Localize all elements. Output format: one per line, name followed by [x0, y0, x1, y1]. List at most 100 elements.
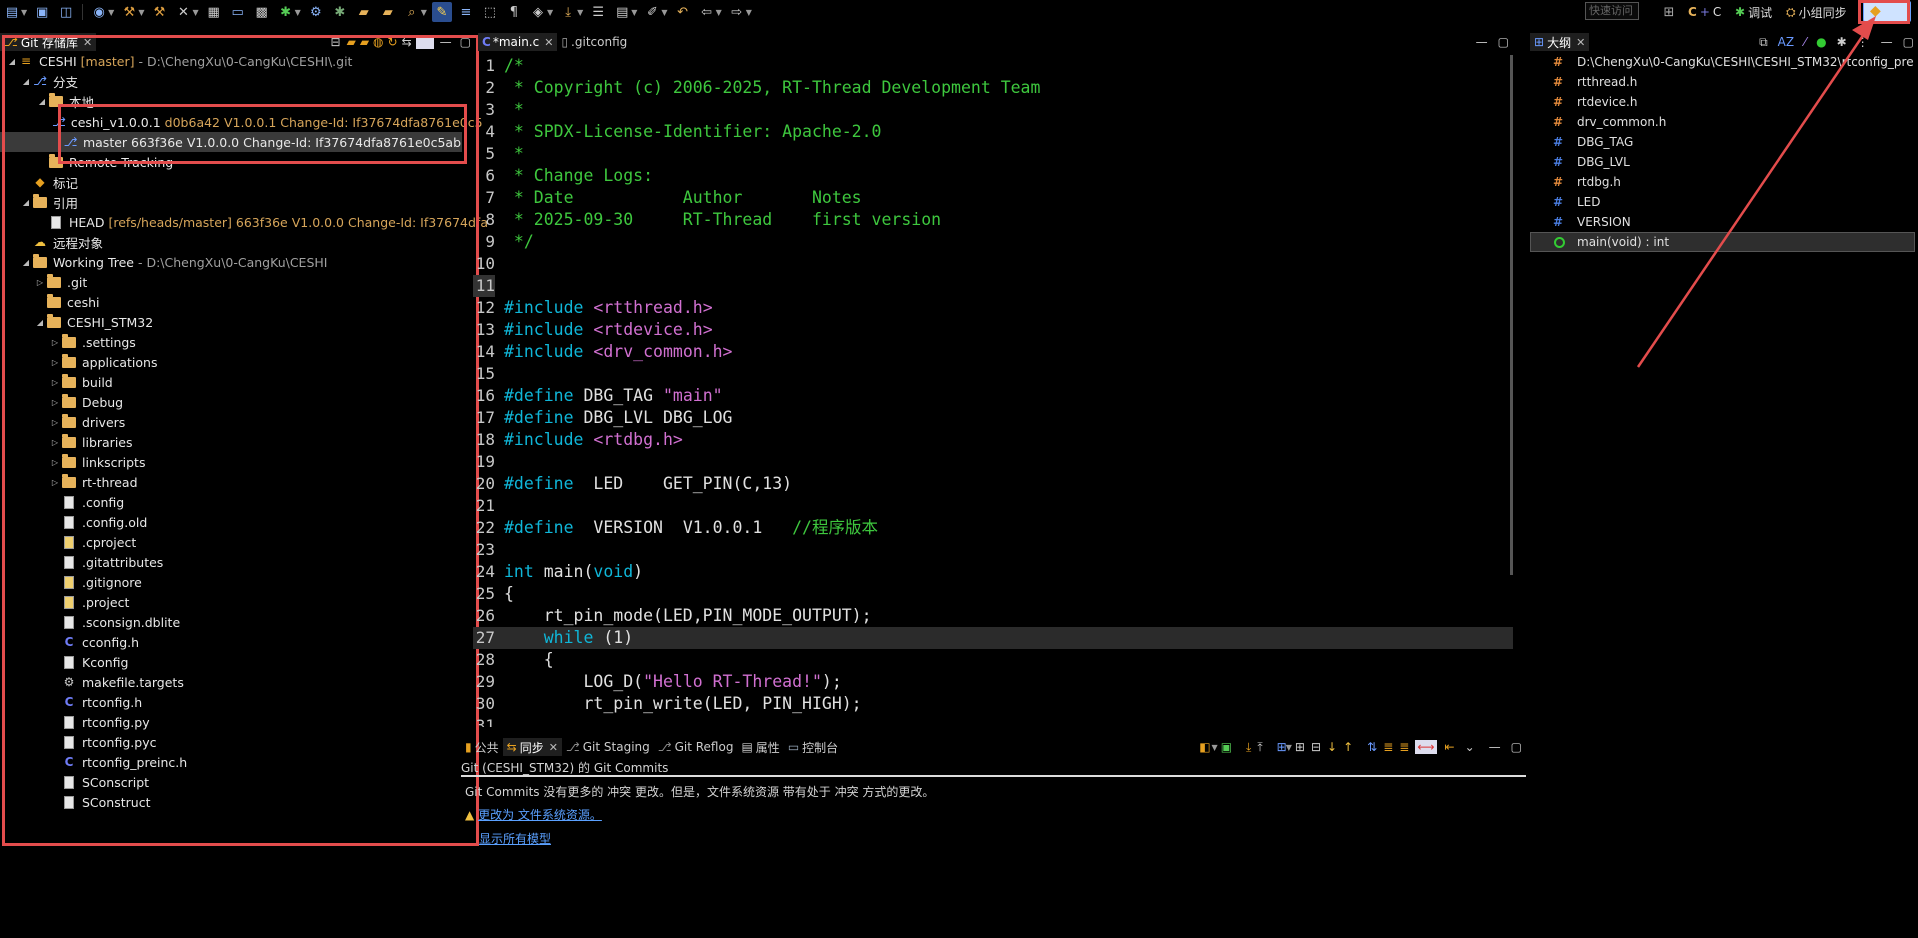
doc-dropdown-icon[interactable]: ▼ — [631, 8, 637, 17]
sync-mode-dropdown-icon[interactable]: ▼ — [1212, 743, 1218, 752]
code-editor[interactable]: 1 /* 2 * Copyright (c) 2006-2025, RT-Thre… — [473, 55, 1513, 727]
code-string: "main" — [662, 386, 723, 405]
build-dropdown-icon[interactable]: ▼ — [138, 8, 144, 17]
outline-item[interactable]: # LED — [1553, 192, 1601, 212]
close-icon[interactable]: ✕ — [549, 741, 558, 754]
debug-bug-icon[interactable]: ✱ — [276, 2, 296, 22]
search-icon[interactable]: ⌕ — [402, 2, 422, 22]
expand-all-icon[interactable]: ⊞ — [1295, 740, 1305, 754]
synchronize-icon[interactable]: ⇅ — [1367, 740, 1377, 754]
outline-item[interactable]: # rtthread.h — [1553, 72, 1637, 92]
tab-main-c[interactable]: C *main.c ✕ — [478, 33, 558, 51]
code-text: LED GET_PIN(C,13) — [573, 474, 793, 493]
minimize-icon[interactable]: — — [1489, 740, 1501, 754]
back-dropdown-icon[interactable]: ▼ — [716, 8, 722, 17]
compass-icon[interactable]: ◉ — [89, 2, 109, 22]
hammer-icon[interactable]: ⚒ — [149, 2, 169, 22]
outline-item[interactable]: # rtdbg.h — [1553, 172, 1621, 192]
new-icon[interactable]: ▤ — [2, 2, 22, 22]
line-number: 21 — [475, 496, 495, 515]
word-wrap-icon[interactable]: ≡ — [456, 2, 476, 22]
open-folder-icon[interactable]: ▰ — [354, 2, 374, 22]
compass-dropdown-icon[interactable]: ▼ — [108, 8, 114, 17]
build-icon[interactable]: ⚒ — [119, 2, 139, 22]
maximize-icon[interactable]: ▢ — [1903, 35, 1914, 49]
next-diff-icon[interactable]: ↓ — [1327, 740, 1337, 754]
define-icon: # — [1553, 195, 1564, 209]
outline-item[interactable]: # VERSION — [1553, 212, 1631, 232]
close-icon[interactable]: ✕ — [544, 36, 553, 49]
forward-dropdown-icon[interactable]: ▼ — [746, 8, 752, 17]
toolbar-separator — [82, 4, 84, 20]
show-all-models-link[interactable]: 显示所有模型 — [479, 830, 551, 847]
tools-icon[interactable]: ✕ — [173, 2, 193, 22]
code-line: 3 * — [473, 99, 1513, 121]
code-line: 5 * — [473, 143, 1513, 165]
download-icon[interactable]: ⤓ — [558, 2, 578, 22]
tab-git-reflog[interactable]: ⎇ Git Reflog — [654, 738, 738, 756]
pin-icon[interactable]: ▣ — [1221, 740, 1232, 754]
save-all-icon[interactable]: ◫ — [56, 2, 76, 22]
line-number: 15 — [475, 364, 495, 383]
maximize-icon[interactable]: ▢ — [1498, 35, 1509, 49]
define-icon: # — [1553, 135, 1564, 149]
forward-arrow-icon[interactable]: ⇨ — [727, 2, 747, 22]
settings-gear-icon[interactable]: ⚙ — [306, 2, 326, 22]
line-number: 30 — [475, 694, 495, 713]
tab-outline[interactable]: ⊞ 大纲 ✕ — [1530, 33, 1590, 51]
sync-mode-icon[interactable]: ◧ — [1199, 740, 1210, 754]
database-icon[interactable]: ≣ — [1383, 740, 1393, 754]
collapse-all-icon[interactable]: ⊟ — [1311, 740, 1321, 754]
compare-mode-icon[interactable]: ⟷ — [1415, 740, 1437, 754]
tab-properties[interactable]: ▤ 属性 — [737, 738, 783, 756]
format-dropdown-icon[interactable]: ▼ — [547, 8, 553, 17]
editor-scrollbar[interactable] — [1510, 55, 1513, 575]
tools-dropdown-icon[interactable]: ▼ — [192, 8, 198, 17]
save-icon[interactable]: ▣ — [32, 2, 52, 22]
tab-gitconfig[interactable]: ▯ .gitconfig — [557, 33, 631, 51]
outline-item[interactable]: # DBG_TAG — [1553, 132, 1633, 152]
pin-view-icon[interactable]: ⇤ — [1445, 740, 1455, 754]
download-dropdown-icon[interactable]: ▼ — [577, 8, 583, 17]
outline-item-label: LED — [1577, 195, 1601, 209]
tab-sync[interactable]: ⇆ 同步 ✕ — [502, 738, 562, 756]
change-to-filesystem-link[interactable]: 更改为 文件系统资源。 — [478, 808, 602, 822]
database-sync-icon[interactable]: ≣ — [1399, 740, 1409, 754]
minimize-icon[interactable]: — — [1476, 35, 1488, 49]
format-icon[interactable]: ◈ — [528, 2, 548, 22]
show-whitespace-icon[interactable]: ¶ — [504, 2, 524, 22]
highlight-pen-icon[interactable]: ✎ — [431, 2, 452, 22]
outline-item[interactable]: # DBG_LVL — [1553, 152, 1630, 172]
debug-dropdown-icon[interactable]: ▼ — [295, 8, 301, 17]
tab-git-staging[interactable]: ⎇ Git Staging — [562, 738, 654, 756]
tab-public[interactable]: ▮ 公共 — [461, 738, 503, 756]
annotation-dropdown-icon[interactable]: ▼ — [661, 8, 667, 17]
last-edit-icon[interactable]: ↶ — [673, 2, 693, 22]
calculator-icon[interactable]: ▦ — [204, 2, 224, 22]
monitor-icon[interactable]: ▭ — [228, 2, 248, 22]
prev-diff-icon[interactable]: ↑ — [1343, 740, 1353, 754]
new-dropdown-icon[interactable]: ▼ — [21, 8, 27, 17]
annotation-icon[interactable]: ✐ — [642, 2, 662, 22]
layout-dropdown-icon[interactable]: ▼ — [1286, 743, 1292, 752]
outline-item-label: rtdbg.h — [1577, 175, 1621, 189]
back-arrow-icon[interactable]: ⇦ — [697, 2, 717, 22]
outline-item[interactable]: # rtdevice.h — [1553, 92, 1637, 112]
search-dropdown-icon[interactable]: ▼ — [421, 8, 427, 17]
tab-console[interactable]: ▭ 控制台 — [784, 738, 842, 756]
block-select-icon[interactable]: ⬚ — [480, 2, 500, 22]
code-keyword: #include — [504, 320, 584, 339]
maximize-icon[interactable]: ▢ — [1511, 740, 1522, 754]
bug-icon[interactable]: ✱ — [330, 2, 350, 22]
open-type-icon[interactable]: ▰ — [378, 2, 398, 22]
layers-icon[interactable]: ☰ — [588, 2, 608, 22]
close-icon[interactable]: ✕ — [1576, 36, 1585, 49]
line-number: 16 — [475, 386, 495, 405]
push-icon[interactable]: ⤒ — [1257, 740, 1262, 755]
view-menu-icon[interactable]: ⌄ — [1465, 740, 1475, 754]
tab-main-label: *main.c — [492, 35, 540, 49]
code-text: VERSION V1.0.0.1 — [573, 518, 793, 537]
pull-icon[interactable]: ⤓ — [1246, 740, 1251, 755]
chip-icon[interactable]: ▩ — [252, 2, 272, 22]
doc-icon[interactable]: ▤ — [612, 2, 632, 22]
